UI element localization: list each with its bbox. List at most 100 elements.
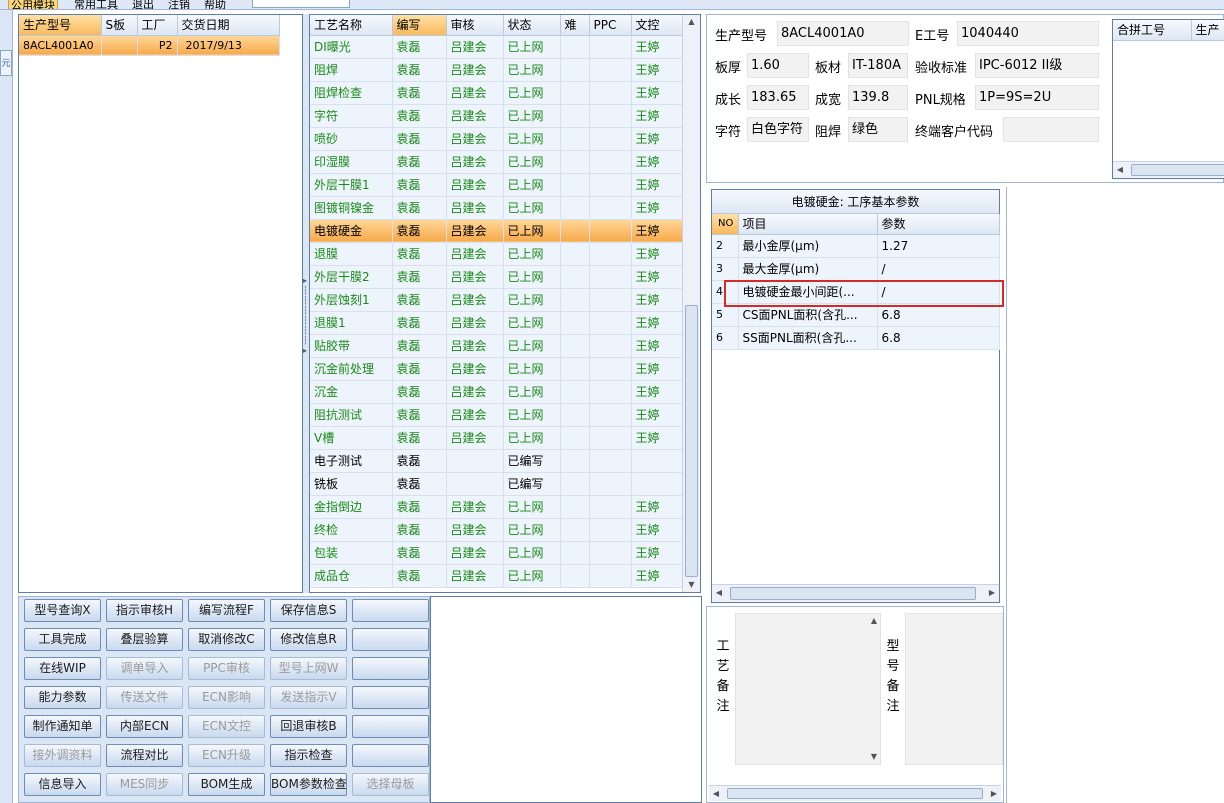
action-button-0[interactable]: 型号查询X (24, 599, 101, 622)
menu-search-box[interactable] (252, 0, 350, 8)
action-button-30[interactable]: 信息导入 (24, 773, 101, 796)
col-writer[interactable]: 编写 (392, 15, 447, 36)
process-row[interactable]: 阻焊 袁磊 吕建会 已上网 王婷 (310, 58, 683, 82)
action-button-28[interactable]: 指示检查 (270, 744, 347, 767)
process-row[interactable]: 阻抗测试 袁磊 吕建会 已上网 王婷 (310, 403, 683, 427)
process-row[interactable]: 退膜 袁磊 吕建会 已上网 王婷 (310, 242, 683, 266)
process-row[interactable]: 金指倒边 袁磊 吕建会 已上网 王婷 (310, 495, 683, 519)
field-character[interactable]: 白色字符 (747, 117, 809, 142)
process-row[interactable]: 终检 袁磊 吕建会 已上网 王婷 (310, 518, 683, 542)
model-row[interactable]: 8ACL4001A0 P2 2017/9/13 (19, 35, 280, 56)
col-status[interactable]: 状态 (503, 15, 561, 36)
action-button-11[interactable]: 调单导入 (106, 657, 183, 680)
action-button-24[interactable] (352, 715, 429, 738)
action-button-20[interactable]: 制作通知单 (24, 715, 101, 738)
action-button-29[interactable] (352, 744, 429, 767)
action-button-31[interactable]: MES同步 (106, 773, 183, 796)
param-row[interactable]: 3 最大金厚(μm) / (712, 257, 1000, 281)
action-button-10[interactable]: 在线WIP (24, 657, 101, 680)
param-row[interactable]: 2 最小金厚(μm) 1.27 (712, 234, 1000, 258)
field-thickness[interactable]: 1.60 (747, 53, 809, 78)
col-item[interactable]: 项目 (738, 214, 878, 235)
process-row[interactable]: 电镀硬金 袁磊 吕建会 已上网 王婷 (310, 219, 683, 243)
action-button-23[interactable]: 回退审核B (270, 715, 347, 738)
action-button-32[interactable]: BOM生成 (188, 773, 265, 796)
scroll-right-icon[interactable]: ▶ (987, 786, 1001, 801)
process-row[interactable]: 沉金 袁磊 吕建会 已上网 王婷 (310, 380, 683, 404)
model-remark-field[interactable] (905, 613, 1003, 765)
process-row[interactable]: 沉金前处理 袁磊 吕建会 已上网 王婷 (310, 357, 683, 381)
action-button-9[interactable] (352, 628, 429, 651)
action-button-25[interactable]: 接外调资料 (24, 744, 101, 767)
action-button-7[interactable]: 取消修改C (188, 628, 265, 651)
scroll-thumb[interactable] (730, 587, 976, 600)
process-row[interactable]: 印湿膜 袁磊 吕建会 已上网 王婷 (310, 150, 683, 174)
scroll-down-icon[interactable]: ▼ (683, 578, 700, 592)
action-button-16[interactable]: 传送文件 (106, 686, 183, 709)
scroll-up-icon[interactable]: ▲ (683, 15, 700, 29)
process-row[interactable]: 外层干膜1 袁磊 吕建会 已上网 王婷 (310, 173, 683, 197)
action-button-2[interactable]: 编写流程F (188, 599, 265, 622)
col-s-board[interactable]: S板 (101, 15, 138, 36)
field-width[interactable]: 139.8 (848, 85, 908, 110)
scroll-right-icon[interactable]: ▶ (985, 585, 999, 602)
scroll-down-icon[interactable]: ▼ (868, 750, 880, 764)
scroll-left-icon[interactable]: ◀ (709, 786, 723, 801)
action-button-14[interactable] (352, 657, 429, 680)
scroll-up-icon[interactable]: ▲ (868, 614, 880, 628)
action-button-17[interactable]: ECN影响 (188, 686, 265, 709)
field-e-number[interactable]: 1040440 (957, 21, 1099, 46)
process-row[interactable]: 电子测试 袁磊 已编写 (310, 449, 683, 473)
field-standard[interactable]: IPC-6012 II级 (975, 53, 1099, 78)
action-button-34[interactable]: 选择母板 (352, 773, 429, 796)
process-row[interactable]: 外层蚀刻1 袁磊 吕建会 已上网 王婷 (310, 288, 683, 312)
param-row[interactable]: 6 SS面PNL面积(含孔... 6.8 (712, 326, 1000, 350)
process-row[interactable]: 铣板 袁磊 已编写 (310, 472, 683, 496)
action-button-15[interactable]: 能力参数 (24, 686, 101, 709)
process-row[interactable]: DI曝光 袁磊 吕建会 已上网 王婷 (310, 35, 683, 59)
col-merge-number[interactable]: 合拼工号 (1113, 20, 1192, 41)
col-model[interactable]: 生产型号 (19, 15, 102, 36)
action-button-27[interactable]: ECN升级 (188, 744, 265, 767)
scroll-thumb[interactable] (727, 788, 983, 799)
action-button-22[interactable]: ECN文控 (188, 715, 265, 738)
field-material[interactable]: IT-180A (848, 53, 908, 78)
process-row[interactable]: 阻焊检查 袁磊 吕建会 已上网 王婷 (310, 81, 683, 105)
menu-public-module[interactable]: 公用模块 (8, 0, 58, 9)
col-ppc[interactable]: PPC (589, 15, 632, 36)
scroll-left-icon[interactable]: ◀ (1113, 162, 1127, 178)
col-difficulty[interactable]: 难 (560, 15, 590, 36)
col-doc-control[interactable]: 文控 (631, 15, 683, 36)
process-row[interactable]: 退膜1 袁磊 吕建会 已上网 王婷 (310, 311, 683, 335)
col-process-name[interactable]: 工艺名称 (310, 15, 393, 36)
action-button-6[interactable]: 叠层验算 (106, 628, 183, 651)
action-button-18[interactable]: 发送指示V (270, 686, 347, 709)
process-row[interactable]: 字符 袁磊 吕建会 已上网 王婷 (310, 104, 683, 128)
action-button-33[interactable]: BOM参数检查 (270, 773, 347, 796)
menu-logout[interactable]: 注销 (168, 0, 190, 9)
field-length[interactable]: 183.65 (747, 85, 809, 110)
action-button-4[interactable] (352, 599, 429, 622)
col-factory[interactable]: 工厂 (137, 15, 178, 36)
field-pnl[interactable]: 1P=9S=2U (975, 85, 1099, 110)
col-reviewer[interactable]: 审核 (446, 15, 504, 36)
menu-help[interactable]: 帮助 (204, 0, 226, 9)
col-merge-model[interactable]: 生产 (1191, 20, 1224, 41)
col-value[interactable]: 参数 (877, 214, 1000, 235)
scroll-left-icon[interactable]: ◀ (712, 585, 726, 602)
action-button-21[interactable]: 内部ECN (106, 715, 183, 738)
field-model[interactable]: 8ACL4001A0 (777, 21, 909, 46)
action-button-5[interactable]: 工具完成 (24, 628, 101, 651)
process-row[interactable]: 外层干膜2 袁磊 吕建会 已上网 王婷 (310, 265, 683, 289)
scroll-thumb[interactable] (685, 305, 698, 577)
process-row[interactable]: 成品仓 袁磊 吕建会 已上网 王婷 (310, 564, 683, 588)
collapsed-tab[interactable]: 元 (0, 50, 12, 76)
field-customer-code[interactable] (1003, 117, 1099, 142)
process-row[interactable]: 喷砂 袁磊 吕建会 已上网 王婷 (310, 127, 683, 151)
process-row[interactable]: 贴胶带 袁磊 吕建会 已上网 王婷 (310, 334, 683, 358)
menu-exit[interactable]: 退出 (132, 0, 154, 9)
process-remark-field[interactable]: ▲ ▼ (735, 613, 881, 765)
process-vertical-scrollbar[interactable]: ▲ ▼ (682, 15, 700, 592)
process-row[interactable]: V槽 袁磊 吕建会 已上网 王婷 (310, 426, 683, 450)
menu-tools[interactable]: 常用工具 (74, 0, 118, 9)
